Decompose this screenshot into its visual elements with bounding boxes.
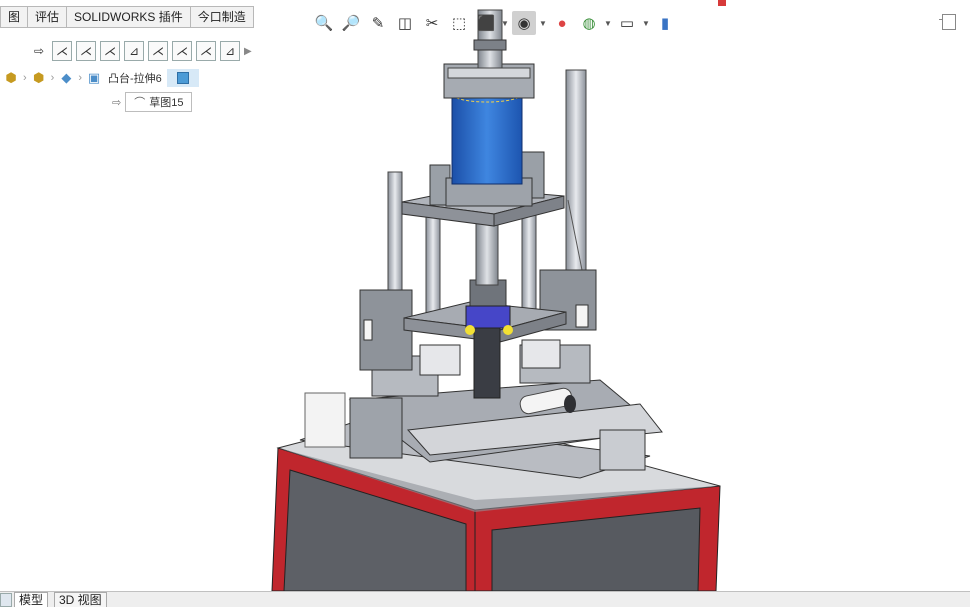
sketch-arrow-icon[interactable]: ⇨ — [30, 42, 48, 60]
split-view-icon[interactable]: ▮ — [653, 11, 677, 35]
blue-cylinder — [451, 91, 523, 185]
punch-ring — [465, 305, 511, 329]
line-icon[interactable]: ⋌ — [172, 41, 192, 61]
chevron-down-icon[interactable]: ▼ — [539, 19, 547, 28]
bottom-tab-bar — [0, 591, 970, 607]
right-support — [599, 429, 646, 471]
display-style-icon[interactable]: ⬛ — [474, 11, 498, 35]
apply-scene-icon[interactable]: ◍ — [577, 11, 601, 35]
left-guide-rod — [387, 171, 403, 293]
part-icon[interactable]: ◆ — [55, 69, 77, 87]
chevron-down-icon[interactable]: ▼ — [604, 19, 612, 28]
breadcrumb-active-item[interactable] — [166, 69, 199, 87]
chevron-down-icon[interactable]: ▼ — [642, 19, 650, 28]
hide-show-items-icon[interactable]: ◉ — [512, 11, 536, 35]
tab-solidworks-addins[interactable]: SOLIDWORKS 插件 — [67, 6, 191, 28]
zoom-to-fit-icon[interactable]: 🔍 — [312, 11, 336, 35]
line-icon[interactable]: ⋌ — [52, 41, 72, 61]
sketch-toolbar: ⇨ ⋌ ⋌ ⋌ ⊿ ⋌ ⋌ ⋌ ⊿ ▶ — [30, 40, 254, 62]
feature-icon[interactable]: ▣ — [83, 69, 105, 87]
sketch-square-icon — [176, 72, 189, 84]
line-icon[interactable]: ⋌ — [148, 41, 168, 61]
sketch-crumb-label: 草图15 — [149, 97, 184, 109]
smart-dimension-icon[interactable]: ⊿ — [220, 41, 240, 61]
breadcrumb-feature-label[interactable]: 凸台-拉伸6 — [105, 70, 165, 86]
press-machine-model[interactable] — [271, 9, 721, 591]
tab-3d-view[interactable]: 3D 视图 — [54, 592, 107, 607]
tab-model[interactable]: 模型 — [14, 592, 49, 607]
subassembly-icon[interactable]: ⬢ — [28, 69, 50, 87]
chevron-right-icon: › — [78, 72, 83, 84]
breadcrumb: ⬢ › ⬢ › ◆ › ▣ 凸台-拉伸6 — [0, 67, 199, 89]
assembly-icon[interactable]: ⬢ — [0, 69, 22, 87]
view-orientation-icon[interactable]: ⬚ — [447, 11, 471, 35]
sketch-icon: ⌒ — [134, 97, 146, 109]
line-icon[interactable]: ⋌ — [196, 41, 216, 61]
tab-evaluate[interactable]: 评估 — [28, 6, 68, 28]
chevron-right-icon: › — [50, 72, 55, 84]
edit-appearance-icon[interactable]: ● — [550, 11, 574, 35]
tab-manufacturing[interactable]: 今口制造 — [190, 6, 254, 28]
view-settings-icon[interactable]: ▭ — [615, 11, 639, 35]
sub-breadcrumb: ⇨ ⌒ 草图15 — [112, 92, 193, 112]
column-2 — [521, 209, 537, 311]
right-actuator — [519, 339, 591, 384]
indent-arrow-icon: ⇨ — [112, 96, 122, 109]
previous-view-icon[interactable]: ✎ — [366, 11, 390, 35]
sketch-crumb[interactable]: ⌒ 草图15 — [125, 92, 193, 112]
right-screw-post — [565, 69, 587, 281]
restore-window-icon[interactable] — [939, 14, 956, 30]
window-accent-mark — [718, 0, 726, 6]
chevron-down-icon[interactable]: ▼ — [501, 19, 509, 28]
dynamic-annotation-icon[interactable]: ✂ — [420, 11, 444, 35]
line-icon[interactable]: ⋌ — [100, 41, 120, 61]
zoom-area-icon[interactable]: 🔎 — [339, 11, 363, 35]
command-manager-tabs: 图 评估 SOLIDWORKS 插件 今口制造 — [0, 6, 254, 28]
column-1 — [425, 214, 441, 316]
section-view-icon[interactable]: ◫ — [393, 11, 417, 35]
left-side-guard — [304, 392, 346, 448]
smart-dimension-icon[interactable]: ⊿ — [124, 41, 144, 61]
left-block — [349, 397, 403, 459]
tab-nav-icon[interactable] — [0, 593, 12, 607]
heads-up-view-toolbar: 🔍 🔎 ✎ ◫ ✂ ⬚ ⬛ ▼ ◉ ▼ ● ◍ ▼ ▭ ▼ ▮ — [312, 10, 677, 36]
expand-arrow-icon[interactable]: ▶ — [244, 46, 254, 57]
line-icon[interactable]: ⋌ — [76, 41, 96, 61]
chevron-right-icon: › — [23, 72, 27, 84]
tab-view[interactable]: 图 — [0, 6, 29, 28]
